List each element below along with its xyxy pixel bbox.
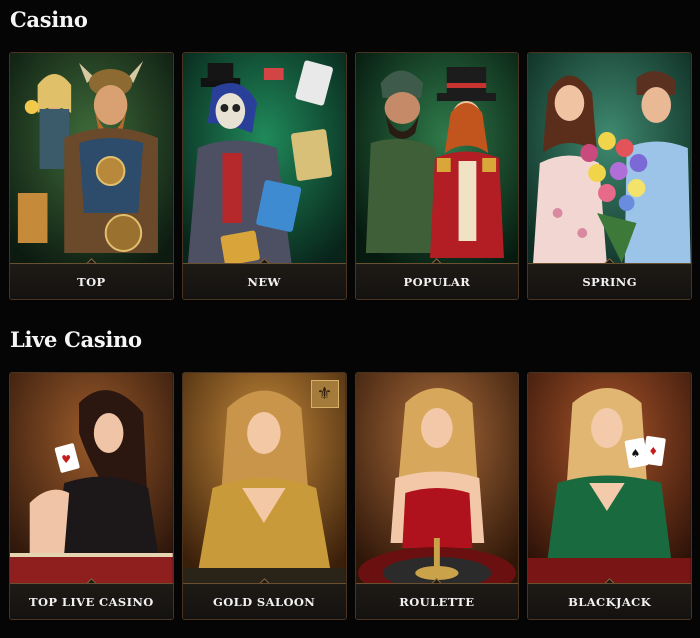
viking-warrior-and-blonde-woman-art	[10, 53, 173, 265]
live-card-roulette[interactable]: ROULETTE	[354, 372, 520, 620]
card-label-bar: NEW	[182, 263, 346, 299]
gnome-and-ringmaster-woman-art	[355, 53, 519, 265]
live-card-top-live-casino[interactable]: ♥ TOP LIVE CASINO	[9, 372, 174, 620]
card-label: POPULAR	[403, 274, 471, 289]
casino-card-top[interactable]: TOP	[9, 52, 174, 300]
brunette-dealer-holding-card-art: ♥	[10, 373, 173, 585]
blonde-dealer-green-dress-cards-art: ♠ ♦	[528, 373, 691, 585]
live-casino-section-title: Live Casino	[10, 327, 142, 352]
casino-card-popular[interactable]: POPULAR	[354, 52, 520, 300]
casino-section-title: Casino	[10, 7, 88, 32]
card-label-bar: TOP	[10, 263, 173, 299]
card-label: BLACKJACK	[568, 594, 652, 609]
card-label-bar: BLACKJACK	[528, 583, 691, 619]
blonde-dealer-red-dress-roulette-art	[355, 373, 519, 585]
card-label: TOP	[77, 274, 106, 289]
casino-card-spring[interactable]: SPRING	[527, 52, 692, 300]
tophat-skull-magician-with-cards-art	[182, 53, 346, 265]
card-label: ROULETTE	[399, 594, 475, 609]
card-label-bar: GOLD SALOON	[182, 583, 346, 619]
casino-games-grid: TOP NEW POPULAR SPRING	[9, 52, 692, 300]
card-label-bar: ROULETTE	[355, 583, 519, 619]
blonde-dealer-gold-dress-art: ⚜	[182, 373, 346, 585]
card-label-bar: SPRING	[528, 263, 691, 299]
card-label-bar: POPULAR	[355, 263, 519, 299]
casino-card-new[interactable]: NEW	[181, 52, 347, 300]
svg-text:♦: ♦	[649, 445, 659, 458]
card-label: GOLD SALOON	[213, 594, 316, 609]
card-label: SPRING	[582, 274, 637, 289]
svg-text:♥: ♥	[61, 453, 71, 466]
card-label-bar: TOP LIVE CASINO	[10, 583, 173, 619]
live-casino-games-grid: ♥ TOP LIVE CASINO ⚜ GOLD SALOON ROULETTE…	[9, 372, 692, 620]
live-card-blackjack[interactable]: ♠ ♦ BLACKJACK	[527, 372, 692, 620]
couple-with-tulip-bouquet-art	[528, 53, 691, 265]
card-label: TOP LIVE CASINO	[29, 594, 154, 609]
svg-text:♠: ♠	[631, 447, 641, 460]
live-card-gold-saloon[interactable]: ⚜ GOLD SALOON	[181, 372, 347, 620]
card-label: NEW	[247, 274, 281, 289]
fleur-de-lis-icon: ⚜	[310, 380, 339, 408]
